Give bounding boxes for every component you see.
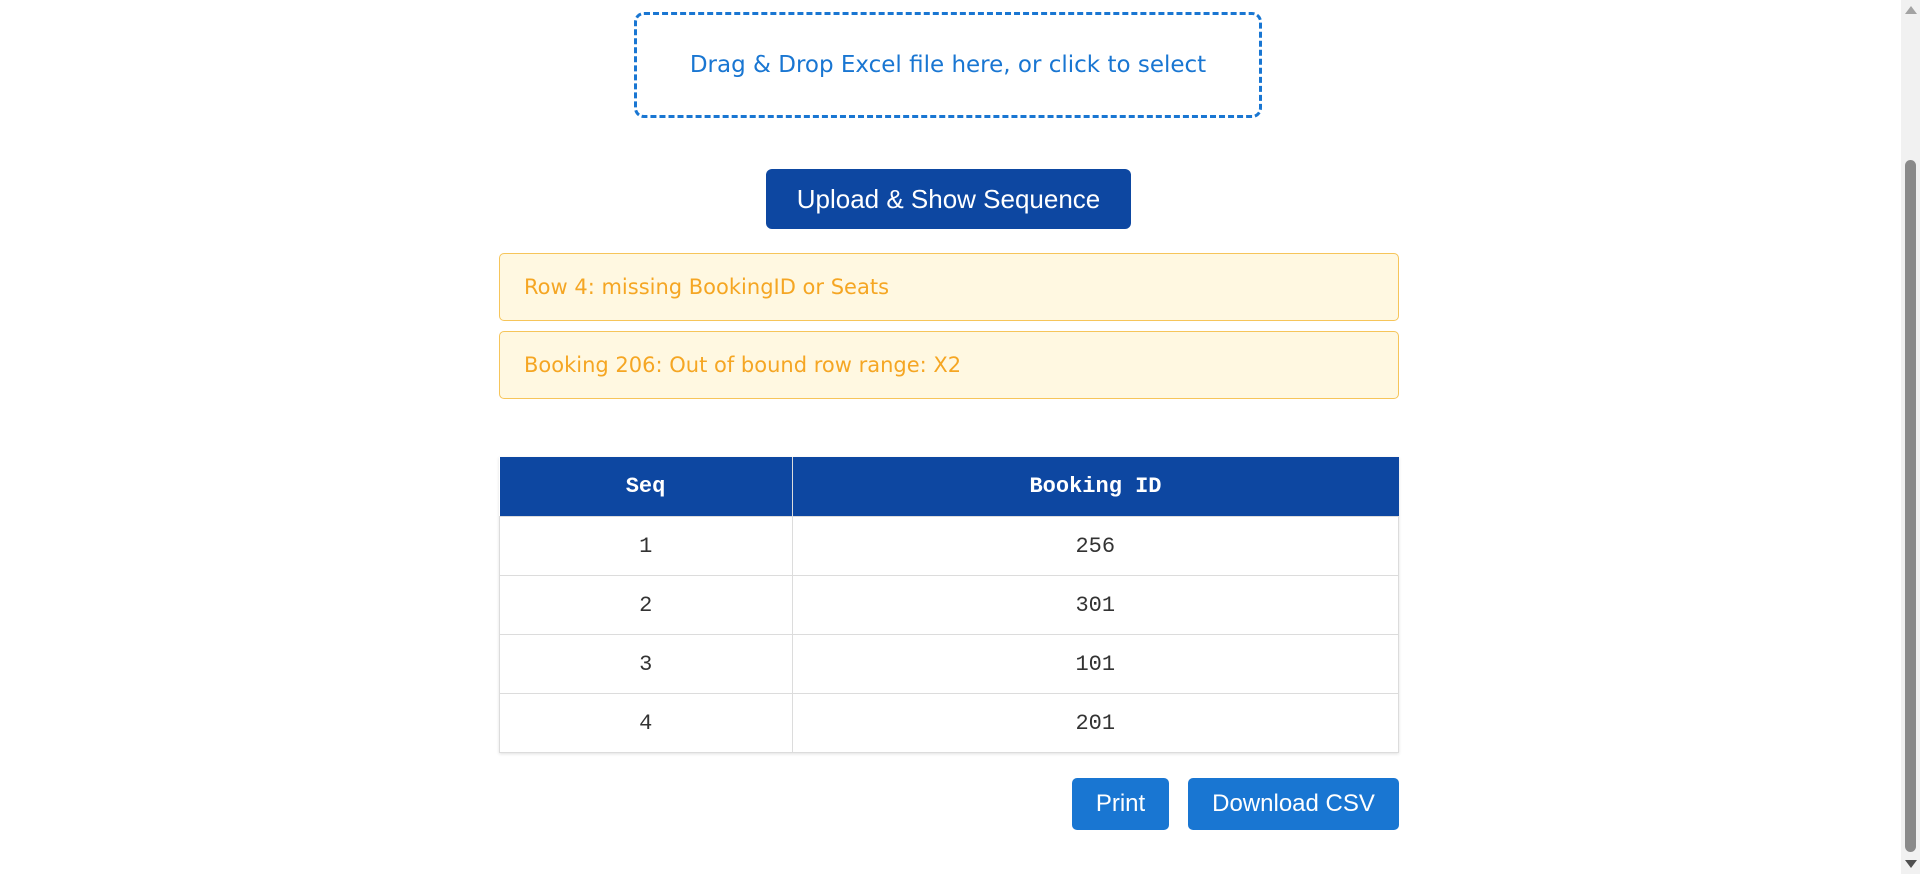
table-row: 3 101 [499, 634, 1399, 694]
scroll-down-arrow-icon[interactable] [1905, 860, 1917, 868]
seq-cell: 4 [499, 693, 793, 753]
table-row: 2 301 [499, 575, 1399, 635]
warning-alert: Row 4: missing BookingID or Seats [499, 253, 1399, 321]
table-row: 4 201 [499, 693, 1399, 753]
print-button[interactable]: Print [1072, 778, 1169, 830]
table-header-row: Seq Booking ID [499, 457, 1399, 517]
sequence-table: Seq Booking ID 1 256 2 301 3 101 4 201 [499, 457, 1399, 753]
booking-id-cell: 201 [791, 693, 1399, 753]
dropzone-text: Drag & Drop Excel file here, or click to… [689, 52, 1207, 78]
warning-alert: Booking 206: Out of bound row range: X2 [499, 331, 1399, 399]
file-dropzone[interactable]: Drag & Drop Excel file here, or click to… [634, 12, 1262, 118]
seq-cell: 2 [499, 575, 793, 635]
table-row: 1 256 [499, 516, 1399, 576]
column-header-booking-id: Booking ID [792, 457, 1399, 517]
page: Drag & Drop Excel file here, or click to… [0, 0, 1920, 874]
booking-id-cell: 256 [791, 516, 1399, 576]
download-csv-button[interactable]: Download CSV [1188, 778, 1399, 830]
seq-cell: 1 [499, 516, 793, 576]
booking-id-cell: 101 [791, 634, 1399, 694]
upload-show-sequence-button[interactable]: Upload & Show Sequence [766, 169, 1131, 229]
vertical-scrollbar[interactable] [1901, 0, 1920, 874]
scrollbar-thumb[interactable] [1905, 160, 1916, 852]
warning-alert-text: Booking 206: Out of bound row range: X2 [524, 353, 962, 377]
booking-id-cell: 301 [791, 575, 1399, 635]
seq-cell: 3 [499, 634, 793, 694]
column-header-seq: Seq [499, 457, 793, 517]
warning-alert-text: Row 4: missing BookingID or Seats [524, 275, 890, 299]
scroll-up-arrow-icon[interactable] [1905, 6, 1917, 14]
